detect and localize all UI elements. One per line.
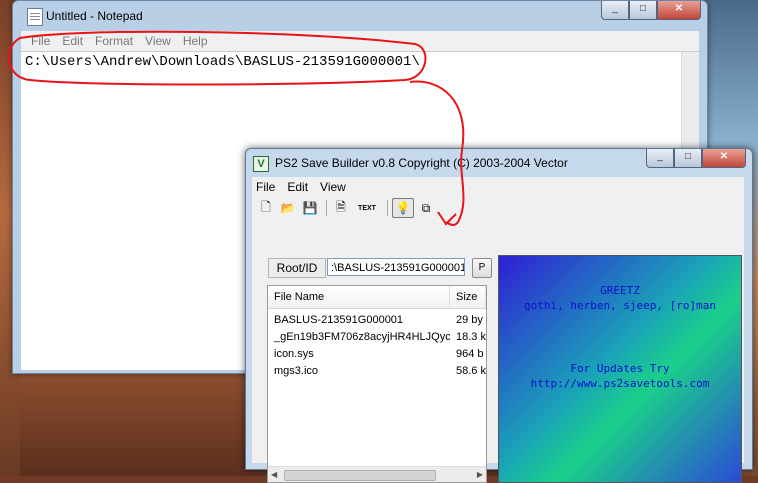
menu-help[interactable]: Help [183,31,208,51]
root-id-label: Root/ID [268,258,326,278]
add-file-icon[interactable]: 🗎 [331,199,351,217]
lightbulb-icon[interactable]: 💡 [392,198,414,218]
close-button[interactable]: ✕ [702,149,746,168]
notepad-app-icon [27,8,43,26]
maximize-button[interactable]: □ [629,1,657,20]
table-row[interactable]: BASLUS-213591G000001 29 by [268,312,486,329]
minimize-button[interactable]: _ [646,149,674,168]
copy-icon[interactable]: ⧉ [416,199,436,217]
ps2-client-area: File Edit View 🗋 📂 💾 🗎 TEXT 💡 ⧉ Root/ID … [252,177,744,483]
menu-file[interactable]: File [31,31,50,51]
ps2-save-builder-window: V PS2 Save Builder v0.8 Copyright (C) 20… [245,148,753,483]
greetz-heading: GREETZ [600,284,640,297]
maximize-button[interactable]: □ [674,149,702,168]
menu-edit[interactable]: Edit [62,31,83,51]
new-file-icon[interactable]: 🗋 [256,199,276,217]
text-button[interactable]: TEXT [353,199,381,217]
file-size: 58.6 k [456,365,486,377]
menu-format[interactable]: Format [95,31,133,51]
root-id-input[interactable]: :\BASLUS-213591G000001\ [327,258,465,276]
horizontal-scrollbar[interactable]: ◀ ▶ [268,466,486,482]
file-name: BASLUS-213591G000001 [274,314,404,326]
file-list-header: File Name Size [268,286,486,309]
column-header-file-name[interactable]: File Name [268,286,450,308]
menu-view[interactable]: View [145,31,171,51]
open-folder-icon[interactable]: 📂 [278,199,298,217]
table-row[interactable]: _gEn19b3FM706z8acyjHR4HLJQyce 18.3 k [268,329,486,346]
file-size: 18.3 k [456,331,486,343]
greetz-updates: For Updates Try [570,362,670,375]
file-size: 29 by [456,314,483,326]
ps2-toolbar: 🗋 📂 💾 🗎 TEXT 💡 ⧉ [252,197,744,219]
greetz-panel: GREETZ gothi, herben, sjeep, [ro]man For… [498,255,742,483]
notepad-title: Untitled - Notepad [46,9,143,23]
ps2-app-icon: V [253,156,269,172]
ps2-title: PS2 Save Builder v0.8 Copyright (C) 2003… [275,156,568,170]
file-size: 964 b [456,348,484,360]
menu-file[interactable]: File [256,177,275,197]
p-button[interactable]: P [472,258,492,278]
menu-view[interactable]: View [320,177,346,197]
greetz-url: http://www.ps2savetools.com [530,377,710,390]
file-name: icon.sys [274,348,314,360]
toolbar-separator [326,200,327,216]
toolbar-separator [387,200,388,216]
table-row[interactable]: icon.sys 964 b [268,346,486,363]
close-button[interactable]: ✕ [657,1,701,20]
file-list[interactable]: File Name Size BASLUS-213591G000001 29 b… [267,285,487,483]
scroll-right-icon[interactable]: ▶ [477,470,483,479]
file-name: _gEn19b3FM706z8acyjHR4HLJQyce [274,331,450,343]
notepad-menubar: File Edit Format View Help [21,31,699,51]
table-row[interactable]: mgs3.ico 58.6 k [268,363,486,380]
minimize-button[interactable]: _ [601,1,629,20]
column-header-size[interactable]: Size [450,286,486,308]
ps2-titlebar[interactable]: V PS2 Save Builder v0.8 Copyright (C) 20… [246,149,752,177]
scroll-left-icon[interactable]: ◀ [271,470,277,479]
menu-edit[interactable]: Edit [287,177,308,197]
save-icon[interactable]: 💾 [300,199,320,217]
ps2-menubar: File Edit View [252,177,744,197]
greetz-names: gothi, herben, sjeep, [ro]man [523,299,717,312]
notepad-titlebar[interactable]: Untitled - Notepad _ □ ✕ [13,1,707,31]
file-name: mgs3.ico [274,365,319,377]
notepad-content: C:\Users\Andrew\Downloads\BASLUS-213591G… [25,54,420,70]
